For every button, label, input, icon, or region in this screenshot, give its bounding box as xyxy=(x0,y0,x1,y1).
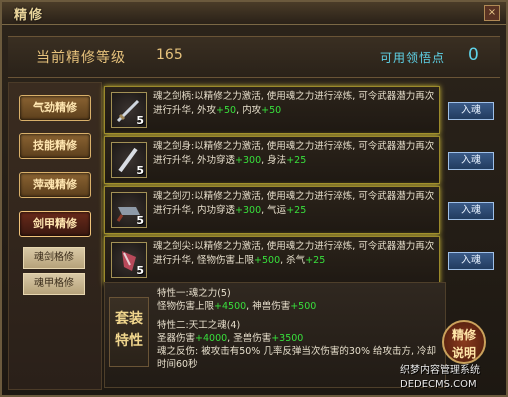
row-description: 魂之剑尖:以精修之力激活, 使用魂之力进行淬炼, 可令武器潜力再次进行升华, 怪… xyxy=(153,241,435,266)
nav-button-sword-armor[interactable]: 剑甲精修 xyxy=(19,211,91,237)
row-description: 魂之剑身:以精修之力激活, 使用魂之力进行淬炼, 可令武器潜力再次进行升华, 外… xyxy=(153,141,435,166)
level-bar: 当前精修等级 165 可用领悟点 0 xyxy=(8,36,500,78)
sword-body-icon[interactable]: 5 xyxy=(111,142,147,178)
icon-level: 5 xyxy=(136,264,144,277)
nav-panel: 气劲精修 技能精修 萍魂精修 剑甲精修 魂剑格修 魂甲格修 xyxy=(8,82,102,390)
infuse-button-tip[interactable]: 入魂 xyxy=(448,252,494,270)
icon-level: 5 xyxy=(136,114,144,127)
title-bar: 精修 × xyxy=(2,2,506,25)
refine-row-blade-body: 5 魂之剑身:以精修之力激活, 使用魂之力进行淬炼, 可令武器潜力再次进行升华,… xyxy=(104,136,440,184)
infuse-button-hilt[interactable]: 入魂 xyxy=(448,102,494,120)
trait2-line1: 圣器伤害+4000, 圣兽伤害+3500 xyxy=(157,333,304,344)
level-label: 当前精修等级 xyxy=(36,50,126,66)
refine-row-edge: 5 魂之剑刃:以精修之力激活, 使用魂之力进行淬炼, 可令武器潜力再次进行升华,… xyxy=(104,186,440,234)
row-description: 魂之剑刃:以精修之力激活, 使用魂之力进行淬炼, 可令武器潜力再次进行升华, 内… xyxy=(153,191,435,216)
watermark: 织梦内容管理系统 DEDECMS.COM xyxy=(400,365,480,390)
refine-row-tip: 5 魂之剑尖:以精修之力激活, 使用魂之力进行淬炼, 可令武器潜力再次进行升华,… xyxy=(104,236,440,284)
points-label: 可用领悟点 xyxy=(380,51,446,65)
nav-button-skill[interactable]: 技能精修 xyxy=(19,133,91,159)
window-title: 精修 xyxy=(14,8,45,23)
set-traits-label: 套装 特性 xyxy=(109,297,149,367)
infuse-button-body[interactable]: 入魂 xyxy=(448,152,494,170)
help-button[interactable]: 精修 说明 xyxy=(442,320,486,364)
close-button[interactable]: × xyxy=(484,5,500,21)
points-value: 0 xyxy=(468,45,479,65)
refine-window: 精修 × 当前精修等级 165 可用领悟点 0 气劲精修 技能精修 萍魂精修 剑… xyxy=(0,0,508,397)
subnav-soul-armor[interactable]: 魂甲格修 xyxy=(23,273,85,295)
trait2-title: 特性二:天工之魂(4) xyxy=(157,320,241,331)
trait1-line: 怪物伤害上限+4500, 神兽伤害+500 xyxy=(157,301,317,312)
level-value: 165 xyxy=(156,47,183,63)
icon-level: 5 xyxy=(136,214,144,227)
row-description: 魂之剑柄:以精修之力激活, 使用魂之力进行淬炼, 可令武器潜力再次进行升华, 外… xyxy=(153,91,435,116)
nav-button-qijin[interactable]: 气劲精修 xyxy=(19,95,91,121)
trait1-title: 特性一:魂之力(5) xyxy=(157,288,231,299)
set-traits-text: 特性一:魂之力(5) 怪物伤害上限+4500, 神兽伤害+500 特性二:天工之… xyxy=(157,287,441,371)
refine-row-hilt: 5 魂之剑柄:以精修之力激活, 使用魂之力进行淬炼, 可令武器潜力再次进行升华,… xyxy=(104,86,440,134)
subnav-soul-sword[interactable]: 魂剑格修 xyxy=(23,247,85,269)
sword-tip-icon[interactable]: 5 xyxy=(111,242,147,278)
icon-level: 5 xyxy=(136,164,144,177)
nav-button-soul[interactable]: 萍魂精修 xyxy=(19,172,91,198)
sword-hilt-icon[interactable]: 5 xyxy=(111,92,147,128)
trait2-line2: 魂之反伤: 被攻击有50% 几率反弹当次伤害的30% 给攻击方, 冷却时间60秒 xyxy=(157,346,437,370)
infuse-button-edge[interactable]: 入魂 xyxy=(448,202,494,220)
sword-edge-icon[interactable]: 5 xyxy=(111,192,147,228)
set-traits-panel: 套装 特性 特性一:魂之力(5) 怪物伤害上限+4500, 神兽伤害+500 特… xyxy=(104,282,446,388)
